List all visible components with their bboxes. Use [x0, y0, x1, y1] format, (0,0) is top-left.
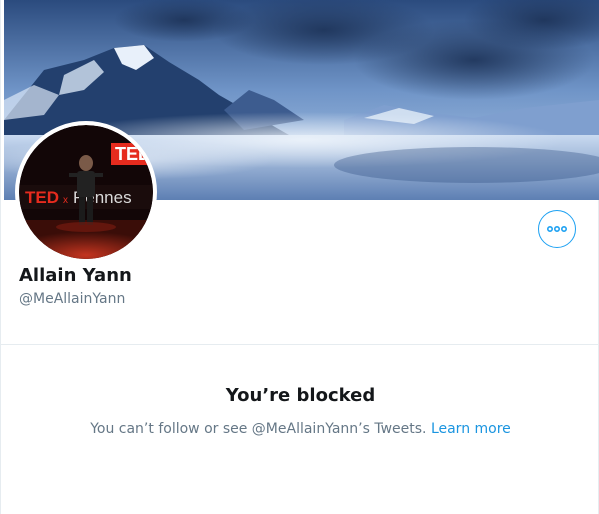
profile-page: TED TED x Rennes Allain Yann @MeAllainYa… [0, 0, 599, 514]
svg-text:x: x [63, 195, 68, 206]
more-horizontal-icon [547, 226, 567, 232]
blocked-message: You can’t follow or see @MeAllainYann’s … [1, 421, 599, 437]
user-handle: @MeAllainYann [19, 291, 126, 307]
divider [1, 344, 599, 345]
blocked-message-text: You can’t follow or see @MeAllainYann’s … [90, 421, 427, 437]
blocked-title: You’re blocked [225, 385, 376, 406]
learn-more-link[interactable]: Learn more [431, 421, 511, 437]
avatar-image: TED TED x Rennes [19, 125, 153, 259]
more-options-button[interactable] [538, 210, 576, 248]
avatar[interactable]: TED TED x Rennes [15, 121, 157, 263]
svg-text:TED: TED [25, 188, 59, 207]
display-name: Allain Yann [19, 265, 132, 286]
